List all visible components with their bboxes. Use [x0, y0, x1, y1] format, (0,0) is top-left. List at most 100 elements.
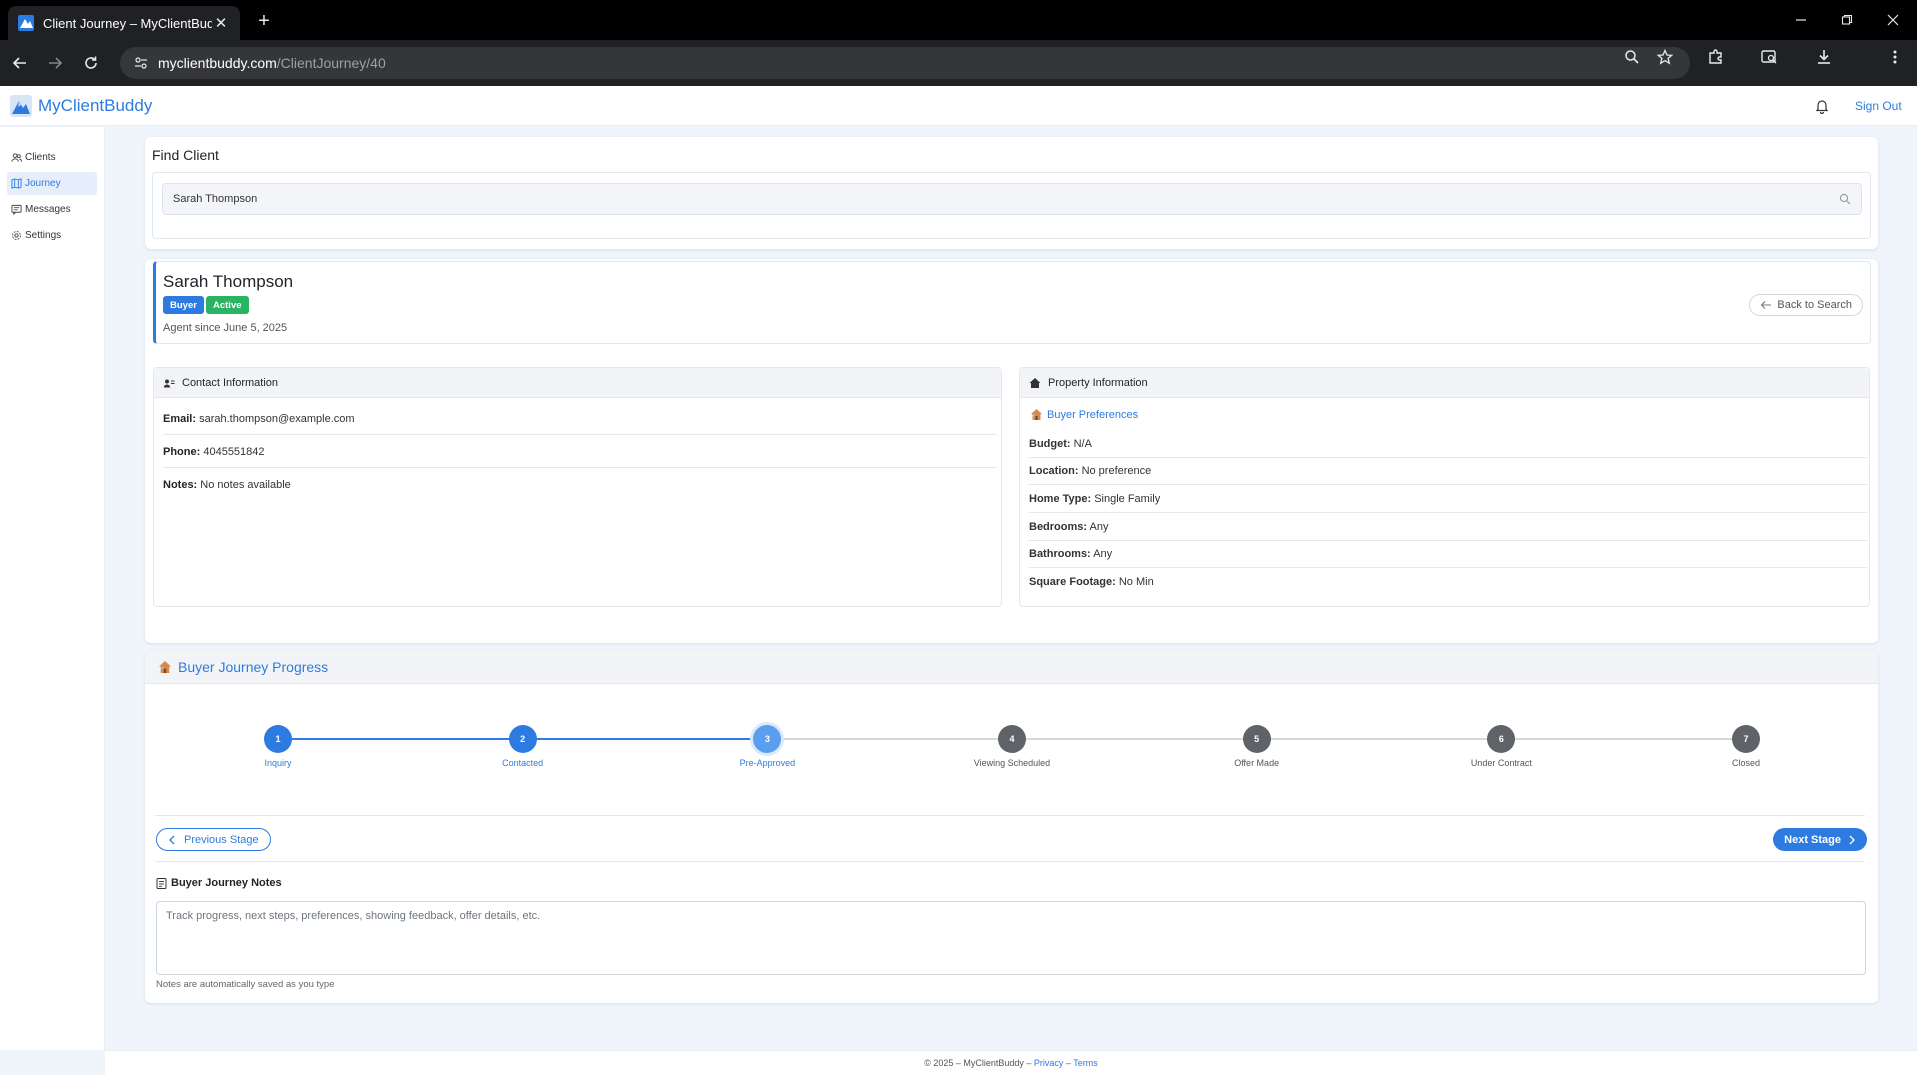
property-info-panel: Property Information Buyer Preferences B…	[1019, 367, 1870, 607]
back-arrow-icon[interactable]	[6, 49, 34, 77]
buyer-preferences-label: Buyer Preferences	[1047, 408, 1139, 421]
phone-row: Phone: 4045551842	[163, 446, 997, 468]
sidebar-item-clients[interactable]: Clients	[7, 146, 97, 169]
budget-row: Budget: N/A	[1029, 438, 1867, 458]
square-footage-value: No Min	[1118, 576, 1154, 588]
active-status-badge: Active	[206, 296, 249, 314]
sidebar-item-label: Clients	[25, 152, 56, 163]
brand-link[interactable]: MyClientBuddy	[10, 95, 152, 117]
home-type-row: Home Type: Single Family	[1029, 493, 1867, 513]
journey-notes-textarea[interactable]	[156, 901, 1866, 975]
forward-arrow-icon[interactable]	[41, 49, 69, 77]
search-icon[interactable]	[1839, 193, 1851, 205]
bedrooms-row: Bedrooms: Any	[1029, 521, 1867, 541]
sidebar-item-journey[interactable]: Journey	[7, 172, 97, 195]
client-search-box	[162, 183, 1862, 215]
back-to-search-button[interactable]: Back to Search	[1749, 294, 1863, 316]
stage-number: 1	[264, 725, 292, 753]
close-tab-icon[interactable]: ✕	[212, 14, 230, 32]
house-icon	[1029, 377, 1041, 388]
stage-label: Inquiry	[264, 758, 292, 768]
zoom-icon[interactable]	[1623, 48, 1641, 66]
extensions-icon[interactable]	[1707, 48, 1725, 66]
contact-info-header: Contact Information	[154, 368, 1001, 398]
client-profile-card: Sarah Thompson Buyer Active Agent since …	[145, 259, 1878, 643]
notes-value: No notes available	[200, 479, 291, 491]
restore-icon[interactable]	[1824, 6, 1870, 34]
square-footage-label: Square Footage:	[1029, 576, 1116, 588]
journey-stage[interactable]: 7 Closed	[1681, 725, 1811, 768]
sidebar-item-label: Messages	[25, 204, 71, 215]
budget-label: Budget:	[1029, 438, 1071, 450]
square-footage-row: Square Footage: No Min	[1029, 576, 1867, 595]
messages-icon	[11, 204, 22, 215]
sidebar-item-label: Journey	[25, 178, 61, 189]
stage-label: Pre-Approved	[739, 758, 796, 768]
new-tab-icon[interactable]: +	[252, 9, 276, 33]
terms-link[interactable]: Terms	[1073, 1058, 1098, 1068]
budget-value: N/A	[1073, 438, 1092, 450]
previous-stage-button[interactable]: Previous Stage	[156, 828, 271, 851]
app-favicon-icon	[18, 15, 34, 31]
site-info-icon[interactable]	[134, 56, 148, 70]
download-icon[interactable]	[1815, 48, 1833, 66]
journey-stage[interactable]: 5 Offer Made	[1192, 725, 1322, 768]
find-client-title: Find Client	[152, 147, 219, 163]
stage-number: 2	[508, 725, 537, 753]
journey-stage[interactable]: 2 Contacted	[458, 725, 588, 768]
previous-stage-label: Previous Stage	[184, 833, 259, 846]
client-header: Sarah Thompson Buyer Active Agent since …	[153, 261, 1871, 344]
sidebar: Clients Journey Messages Settings	[0, 127, 105, 1050]
stage-number: 4	[998, 725, 1026, 753]
minimize-icon[interactable]	[1778, 6, 1824, 34]
journey-stage[interactable]: 3 Pre-Approved	[702, 725, 832, 768]
client-name: Sarah Thompson	[163, 272, 294, 291]
next-stage-label: Next Stage	[1784, 833, 1841, 846]
chevron-right-icon	[1849, 835, 1855, 844]
next-stage-button[interactable]: Next Stage	[1773, 828, 1867, 851]
bookmark-star-icon[interactable]	[1656, 48, 1674, 66]
home-type-value: Single Family	[1094, 493, 1161, 505]
email-row: Email: sarah.thompson@example.com	[163, 413, 997, 435]
arrow-left-icon	[1761, 301, 1772, 309]
house-emoji-icon	[159, 660, 171, 673]
sidebar-item-settings[interactable]: Settings	[7, 224, 97, 247]
sidebar-item-messages[interactable]: Messages	[7, 198, 97, 221]
journey-notes-title: Buyer Journey Notes	[156, 877, 282, 889]
bathrooms-row: Bathrooms: Any	[1029, 548, 1867, 568]
email-value: sarah.thompson@example.com	[199, 413, 355, 425]
bedrooms-value: Any	[1089, 521, 1109, 533]
autosave-help-text: Notes are automatically saved as you typ…	[156, 979, 335, 990]
url-path: /ClientJourney/40	[276, 55, 386, 71]
contact-info-title: Contact Information	[182, 376, 278, 389]
sign-out-link[interactable]: Sign Out	[1855, 99, 1902, 113]
tab-title: Client Journey – MyClientBuddy	[43, 15, 212, 31]
stage-label: Under Contract	[1470, 758, 1532, 768]
buyer-badge: Buyer	[163, 296, 204, 314]
sidebar-item-label: Settings	[25, 230, 62, 241]
journey-stage[interactable]: 6 Under Contract	[1436, 725, 1566, 768]
journey-stage[interactable]: 1 Inquiry	[213, 725, 343, 768]
privacy-link[interactable]: Privacy	[1034, 1058, 1064, 1068]
find-client-card: Find Client	[145, 137, 1878, 249]
journey-stage[interactable]: 4 Viewing Scheduled	[947, 725, 1077, 768]
divider	[155, 815, 1865, 816]
browser-menu-icon[interactable]	[1886, 48, 1904, 66]
notifications-bell-icon[interactable]	[1814, 98, 1830, 114]
property-info-header: Property Information	[1020, 368, 1869, 398]
address-bar[interactable]: myclientbuddy.com/ClientJourney/40	[120, 47, 1690, 79]
notes-label: Notes:	[163, 479, 198, 491]
stage-label: Offer Made	[1234, 758, 1280, 768]
browser-tab[interactable]: Client Journey – MyClientBuddy ✕	[8, 6, 240, 40]
footer: © 2025 – MyClientBuddy – Privacy – Terms	[105, 1050, 1917, 1075]
phone-value: 4045551842	[203, 446, 265, 458]
client-search-input[interactable]	[173, 193, 1839, 205]
close-window-icon[interactable]	[1870, 6, 1916, 34]
contact-card-icon	[163, 379, 175, 387]
house-emoji-icon	[1031, 409, 1042, 420]
footer-copyright: © 2025 – MyClientBuddy –	[924, 1058, 1032, 1068]
email-label: Email:	[163, 413, 197, 425]
tab-search-icon[interactable]	[1760, 48, 1778, 66]
location-label: Location:	[1029, 465, 1079, 477]
reload-icon[interactable]	[77, 49, 105, 77]
